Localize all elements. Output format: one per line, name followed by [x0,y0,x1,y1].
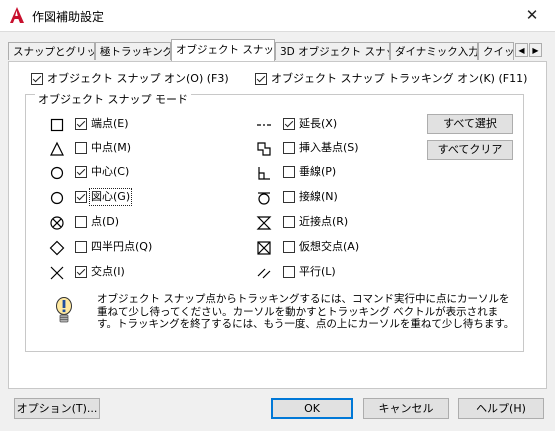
node-checkbox[interactable] [75,216,87,228]
intersection-x-icon [50,266,64,280]
tab-3d-object-snap[interactable]: 3D オブジェクト スナップ [275,42,390,60]
insertion-label: 挿入基点(S) [299,141,359,154]
extension-label: 延長(X) [299,117,338,130]
tab-scroll-right-icon[interactable]: ▶ [529,43,542,57]
tangent-label: 接線(N) [299,190,338,203]
quadrant-label: 四半円点(Q) [91,240,153,253]
center-circle-icon [50,166,64,180]
perpendicular-checkbox[interactable] [283,166,295,178]
geometric-center-checkbox[interactable] [75,191,87,203]
osnap-tracking-label: オブジェクト スナップ トラッキング オン(K) (F11) [271,72,528,85]
endpoint-checkbox[interactable] [75,118,87,130]
nearest-hourglass-icon [256,216,272,230]
tab-quick-properties[interactable]: クイッ [478,42,514,60]
extension-icon [257,124,271,126]
intersection-label: 交点(I) [91,265,125,278]
endpoint-label: 端点(E) [91,117,129,130]
title-bar: 作図補助設定 ✕ [0,0,555,32]
midpoint-triangle-icon [50,141,64,156]
tangent-icon [258,192,270,205]
quadrant-checkbox[interactable] [75,241,87,253]
autocad-logo-icon [10,7,24,23]
extension-checkbox[interactable] [283,118,295,130]
geometric-center-label: 図心(G) [88,188,133,206]
perpendicular-label: 垂線(P) [299,165,337,178]
endpoint-square-icon [50,118,64,132]
options-button[interactable]: オプション(T)... [14,398,100,419]
help-button[interactable]: ヘルプ(H) [458,398,544,419]
center-checkbox[interactable] [75,166,87,178]
window-title: 作図補助設定 [32,10,105,24]
osnap-tracking-checkbox[interactable] [255,73,267,85]
midpoint-checkbox[interactable] [75,142,87,154]
tracking-info-text: オブジェクト スナップ点からトラッキングするには、コマンド実行中に点にカーソルを… [97,293,515,330]
lightbulb-icon [56,297,72,323]
center-label: 中心(C) [91,165,130,178]
tab-dynamic-input[interactable]: ダイナミック入力 [390,42,478,60]
tab-scroll-left-icon[interactable]: ◀ [515,43,528,57]
select-all-button[interactable]: すべて選択 [427,114,513,134]
geometric-center-icon [50,191,64,205]
apparent-intersection-label: 仮想交点(A) [299,240,360,253]
quadrant-diamond-icon [49,240,65,256]
osnap-modes-title: オブジェクト スナップ モード [35,93,191,107]
cancel-button[interactable]: キャンセル [363,398,449,419]
apparent-intersection-checkbox[interactable] [283,241,295,253]
perpendicular-icon [258,167,270,180]
midpoint-label: 中点(M) [91,141,132,154]
close-icon[interactable]: ✕ [509,0,555,31]
clear-all-button[interactable]: すべてクリア [427,140,513,160]
node-label: 点(D) [91,215,120,228]
tangent-checkbox[interactable] [283,191,295,203]
tab-snap-grid[interactable]: スナップとグリッド [8,42,95,60]
parallel-checkbox[interactable] [283,266,295,278]
tab-polar-tracking[interactable]: 極トラッキング [95,42,171,60]
apparent-intersection-icon [257,241,271,255]
parallel-label: 平行(L) [299,265,336,278]
parallel-icon [257,268,271,279]
tab-object-snap[interactable]: オブジェクト スナップ [171,39,275,61]
osnap-on-checkbox[interactable] [31,73,43,85]
ok-button[interactable]: OK [271,398,353,419]
insertion-icon [257,142,271,156]
osnap-on-label: オブジェクト スナップ オン(O) (F3) [47,72,229,85]
node-icon [50,216,64,230]
intersection-checkbox[interactable] [75,266,87,278]
nearest-checkbox[interactable] [283,216,295,228]
nearest-label: 近接点(R) [299,215,349,228]
tab-strip: スナップとグリッド 極トラッキング オブジェクト スナップ 3D オブジェクト … [8,39,547,61]
insertion-checkbox[interactable] [283,142,295,154]
